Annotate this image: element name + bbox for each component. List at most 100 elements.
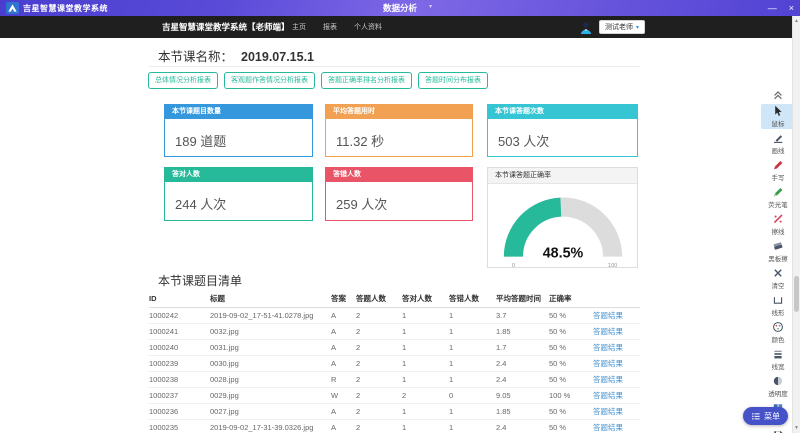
cell-rate: 50 % <box>549 359 593 368</box>
lesson-heading: 本节课名称： 2019.07.15.1 <box>158 46 314 65</box>
cell-answer: W <box>331 391 356 400</box>
cell-correct: 1 <box>402 343 449 352</box>
collapse-toolbar-button[interactable] <box>761 88 795 102</box>
tool-save[interactable]: 保存 <box>761 428 795 433</box>
line-width-icon <box>772 348 784 360</box>
tool-board-eraser[interactable]: 黑板擦 <box>761 239 795 264</box>
stat-card-wrong-count: 答错人数 259 人次 <box>325 167 473 221</box>
answer-time-report-button[interactable]: 答题时间分布报表 <box>418 72 488 89</box>
objective-answer-report-button[interactable]: 客观题作答情况分析报表 <box>224 72 315 89</box>
table-row: 1000240 0031.jpg A 2 1 1 1.7 50 % 答题结果 <box>149 340 640 356</box>
tool-highlighter[interactable]: 荧光笔 <box>761 185 795 210</box>
table-row: 1000241 0032.jpg A 2 1 1 1.85 50 % 答题结果 <box>149 324 640 340</box>
opacity-icon <box>772 375 784 387</box>
scrollbar-thumb[interactable] <box>794 276 799 312</box>
menu-fab-button[interactable]: 菜单 <box>743 407 788 425</box>
accuracy-gauge-card: 本节课答题正确率 0 100 48.5% <box>487 167 638 268</box>
cell-wrong: 1 <box>449 423 496 432</box>
cell-answered: 2 <box>356 423 402 432</box>
vertical-scrollbar[interactable]: ▲ ▼ <box>792 16 800 433</box>
tool-mouse[interactable]: 鼠标 <box>761 104 795 129</box>
col-rate: 正确率 <box>549 293 593 304</box>
nav-item-home[interactable]: 主页 <box>292 22 306 32</box>
stat-card-title: 答对人数 <box>165 168 312 182</box>
cell-wrong: 1 <box>449 359 496 368</box>
answer-result-link[interactable]: 答题结果 <box>593 358 639 369</box>
close-button[interactable]: × <box>789 0 794 16</box>
cell-avg-time: 2.4 <box>496 375 549 384</box>
answer-result-link[interactable]: 答题结果 <box>593 390 639 401</box>
cell-id: 1000241 <box>149 327 210 336</box>
stat-card-title: 答错人数 <box>326 168 472 182</box>
cell-correct: 1 <box>402 423 449 432</box>
color-palette-icon <box>772 321 784 333</box>
lesson-name: 2019.07.15.1 <box>241 50 314 64</box>
window-titlebar: 吉星智慧课堂教学系统 数据分析 ▾ — × <box>0 0 800 16</box>
cell-title: 0030.jpg <box>210 359 331 368</box>
gauge-max-label: 100 <box>607 263 617 269</box>
answer-result-link[interactable]: 答题结果 <box>593 326 639 337</box>
nav-item-reports[interactable]: 报表 <box>323 22 337 32</box>
cell-answered: 2 <box>356 391 402 400</box>
title-caret-icon: ▾ <box>429 0 432 16</box>
tool-erase-line[interactable]: 擦线 <box>761 212 795 237</box>
answer-result-link[interactable]: 答题结果 <box>593 374 639 385</box>
stat-card-title: 平均答题用时 <box>326 105 472 119</box>
cell-rate: 50 % <box>549 311 593 320</box>
gauge-card-title: 本节课答题正确率 <box>488 168 637 184</box>
cell-rate: 100 % <box>549 391 593 400</box>
answer-result-link[interactable]: 答题结果 <box>593 422 639 433</box>
user-name: 测试老师 <box>605 22 633 32</box>
col-answered: 答题人数 <box>356 293 402 304</box>
cell-answered: 2 <box>356 311 402 320</box>
table-row: 1000242 2019-09-02_17-51-41.0278.jpg A 2… <box>149 308 640 324</box>
tool-handwrite[interactable]: 手写 <box>761 158 795 183</box>
answer-result-link[interactable]: 答题结果 <box>593 310 639 321</box>
stat-card-value: 189 道题 <box>165 119 312 150</box>
overall-report-button[interactable]: 总体情况分析报表 <box>148 72 218 89</box>
cell-avg-time: 3.7 <box>496 311 549 320</box>
answer-result-link[interactable]: 答题结果 <box>593 342 639 353</box>
tool-line-width[interactable]: 线宽 <box>761 347 795 372</box>
cell-rate: 50 % <box>549 343 593 352</box>
report-button-row: 总体情况分析报表 客观题作答情况分析报表 答题正确率排名分析报表 答题时间分布报… <box>148 72 488 89</box>
tool-draw-line[interactable]: 画线 <box>761 131 795 156</box>
highlighter-icon <box>772 186 784 198</box>
table-row: 1000238 0028.jpg R 2 1 1 2.4 50 % 答题结果 <box>149 372 640 388</box>
tool-color[interactable]: 颜色 <box>761 320 795 345</box>
nav-item-profile[interactable]: 个人资料 <box>354 22 382 32</box>
table-row: 1000239 0030.jpg A 2 1 1 2.4 50 % 答题结果 <box>149 356 640 372</box>
stat-card-question-count: 本节课题目数量 189 道题 <box>164 104 313 157</box>
user-menu-button[interactable]: 测试老师 ▾ <box>599 20 645 34</box>
cell-avg-time: 9.05 <box>496 391 549 400</box>
scroll-up-icon[interactable]: ▲ <box>793 18 800 24</box>
lesson-label: 本节课名称： <box>158 50 233 64</box>
cell-answer: A <box>331 407 356 416</box>
cell-answer: R <box>331 375 356 384</box>
minimize-button[interactable]: — <box>768 0 777 16</box>
app-title: 吉星智慧课堂教学系统 <box>23 3 108 14</box>
stat-card-value: 503 人次 <box>488 119 637 150</box>
tool-opacity[interactable]: 透明度 <box>761 374 795 399</box>
cell-answer: A <box>331 311 356 320</box>
col-correct: 答对人数 <box>402 293 449 304</box>
app-logo-icon <box>6 2 19 14</box>
accuracy-ranking-report-button[interactable]: 答题正确率排名分析报表 <box>321 72 412 89</box>
cell-avg-time: 1.85 <box>496 327 549 336</box>
scroll-down-icon[interactable]: ▼ <box>793 425 800 431</box>
cell-id: 1000238 <box>149 375 210 384</box>
stat-card-avg-time: 平均答题用时 11.32 秒 <box>325 104 473 157</box>
answer-result-link[interactable]: 答题结果 <box>593 406 639 417</box>
save-floppy-icon <box>772 429 784 433</box>
line-shape-icon <box>772 294 784 306</box>
cell-correct: 2 <box>402 391 449 400</box>
stat-card-answer-count: 本节课答题次数 503 人次 <box>487 104 638 157</box>
tool-line-shape[interactable]: 线形 <box>761 293 795 318</box>
gauge-value-label: 48.5% <box>542 246 583 262</box>
cell-answered: 2 <box>356 359 402 368</box>
user-caret-icon: ▾ <box>636 24 639 31</box>
tool-clear[interactable]: 清空 <box>761 266 795 291</box>
cell-answer: A <box>331 423 356 432</box>
cell-avg-time: 2.4 <box>496 423 549 432</box>
stat-card-value: 259 人次 <box>326 182 472 213</box>
